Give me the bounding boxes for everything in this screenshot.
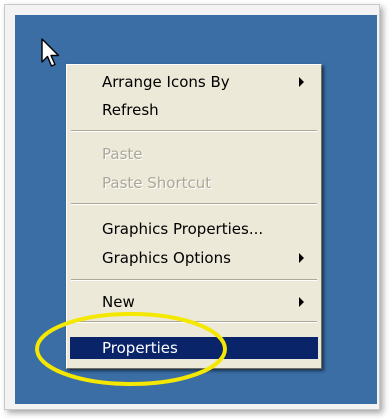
menu-item-new[interactable]: New	[70, 291, 318, 313]
menu-separator	[71, 130, 317, 132]
submenu-arrow-icon	[299, 297, 304, 307]
menu-separator	[71, 279, 317, 281]
menu-item-label: Graphics Options	[102, 249, 231, 267]
menu-item-label: New	[102, 293, 135, 311]
menu-item-label: Paste	[102, 145, 143, 163]
menu-item-paste-shortcut: Paste Shortcut	[70, 172, 318, 194]
submenu-arrow-icon	[299, 253, 304, 263]
menu-item-label: Refresh	[102, 101, 159, 119]
menu-item-graphics-options[interactable]: Graphics Options	[70, 247, 318, 269]
menu-item-graphics-properties[interactable]: Graphics Properties...	[70, 218, 318, 240]
submenu-arrow-icon	[299, 77, 304, 87]
desktop-context-menu: Arrange Icons By Refresh Paste Paste Sho…	[66, 64, 322, 369]
menu-item-properties[interactable]: Properties	[70, 337, 318, 359]
menu-separator	[71, 203, 317, 205]
menu-item-refresh[interactable]: Refresh	[70, 99, 318, 121]
mouse-pointer-icon	[41, 38, 60, 67]
menu-item-arrange-icons-by[interactable]: Arrange Icons By	[70, 71, 318, 93]
menu-item-label: Graphics Properties...	[102, 220, 264, 238]
menu-item-paste: Paste	[70, 143, 318, 165]
menu-item-label: Paste Shortcut	[102, 174, 212, 192]
menu-item-label: Arrange Icons By	[102, 73, 230, 91]
menu-separator	[71, 321, 317, 323]
menu-item-label: Properties	[102, 339, 178, 357]
